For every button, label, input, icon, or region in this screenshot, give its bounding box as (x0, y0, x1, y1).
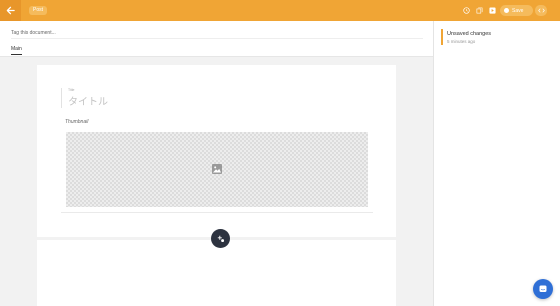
document-canvas: Title タイトル Thumbnail (0, 57, 433, 306)
save-label: Save (512, 7, 524, 14)
add-slice-button[interactable] (211, 229, 230, 248)
preview-button[interactable] (488, 6, 497, 15)
status-panel: Unsaved changes 5 minutes ago (433, 21, 560, 306)
thumbnail-label: Thumbnail (65, 119, 89, 125)
status-time: 5 minutes ago (447, 39, 476, 44)
active-tab-indicator (11, 54, 22, 55)
copy-icon (476, 7, 483, 14)
top-toolbar: Post Save (0, 0, 560, 21)
slice-card (37, 240, 396, 306)
title-field[interactable]: Title タイトル (61, 88, 108, 108)
chat-icon (539, 285, 547, 292)
doc-type-badge: Post (29, 6, 48, 15)
field-divider (61, 212, 373, 213)
code-icon (537, 8, 545, 13)
title-field-label: Title (68, 88, 75, 92)
title-placeholder: タイトル (68, 97, 108, 108)
history-button[interactable] (462, 6, 471, 15)
editor-header: Main (0, 21, 433, 57)
play-icon (489, 7, 496, 14)
tag-input[interactable] (11, 28, 423, 39)
clock-icon (463, 7, 470, 14)
plus-icon (217, 235, 224, 242)
image-icon (212, 164, 222, 174)
chat-button[interactable] (533, 279, 553, 299)
save-button[interactable]: Save (500, 5, 533, 16)
globe-icon (504, 8, 509, 13)
status-title: Unsaved changes (447, 31, 492, 37)
arrow-left-icon (6, 6, 15, 15)
tab-main[interactable]: Main (11, 46, 22, 52)
document-card: Title タイトル Thumbnail (37, 65, 396, 237)
status-indicator (441, 29, 443, 45)
code-button[interactable] (535, 5, 547, 16)
back-button[interactable] (0, 0, 21, 21)
thumbnail-dropzone[interactable] (66, 132, 368, 207)
duplicate-button[interactable] (475, 6, 484, 15)
